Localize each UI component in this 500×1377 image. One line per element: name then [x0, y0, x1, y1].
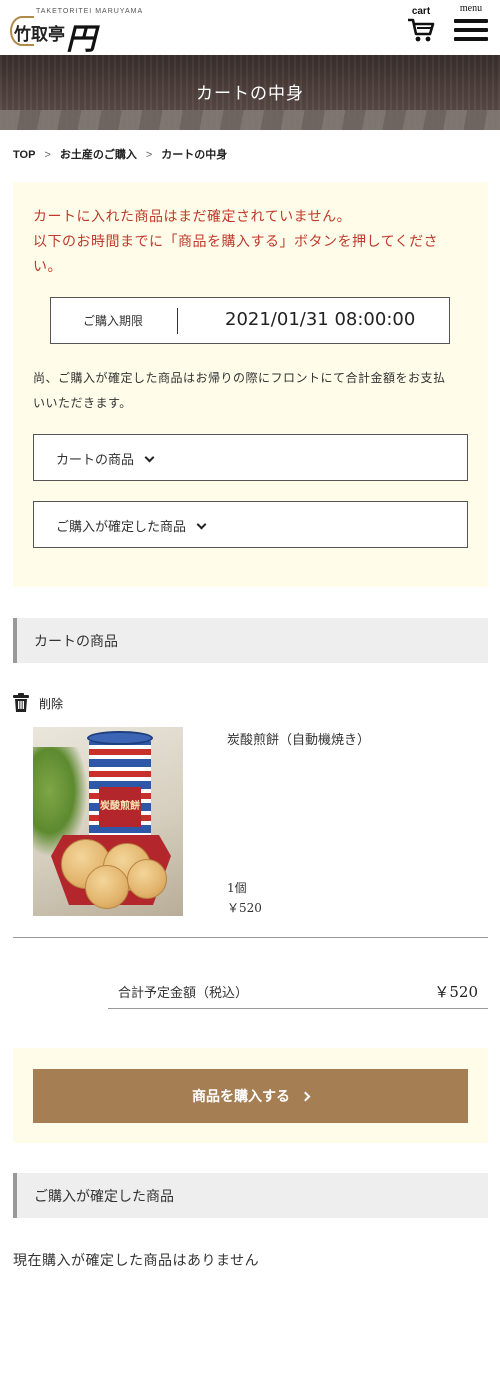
info-line: 尚、ご購入が確定した商品はお帰りの際にフロントにて合計金額をお支払: [33, 371, 446, 385]
logo-name: 竹取亭: [14, 25, 65, 45]
confirmed-section-heading: ご購入が確定した商品: [13, 1173, 488, 1218]
section-title: カートの商品: [34, 634, 118, 650]
cart-label: cart: [411, 6, 431, 17]
page-title: カートの中身: [196, 84, 304, 104]
total-row: 合計予定金額（税込） ￥520: [108, 970, 488, 1009]
product-image-label: 炭酸煎餅: [99, 787, 141, 827]
product-image: 炭酸煎餅: [33, 727, 183, 916]
chevron-down-icon: [196, 519, 207, 530]
divider: [13, 937, 488, 938]
purchase-button[interactable]: 商品を購入する: [33, 1069, 468, 1123]
chevron-right-icon: [300, 1091, 311, 1102]
trash-icon: [13, 693, 29, 712]
breadcrumb-separator: >: [145, 149, 153, 161]
purchase-box: 商品を購入する: [13, 1048, 488, 1143]
warning-line: い。: [33, 259, 62, 275]
toggle-label: ご購入が確定した商品: [56, 520, 187, 535]
chevron-down-icon: [144, 452, 155, 463]
divider: [177, 308, 178, 334]
site-header: TAKETORITEI MARUYAMA 竹取亭 円山 cart menu: [0, 0, 500, 101]
warning-line: 以下のお時間までに「商品を購入する」ボタンを押してくださ: [33, 234, 439, 250]
breadcrumb-item-top[interactable]: TOP: [13, 149, 35, 161]
section-title: ご購入が確定した商品: [34, 1189, 174, 1205]
product-name[interactable]: 炭酸煎餅（自動機焼き）: [227, 729, 370, 748]
breadcrumb-item-souvenirs[interactable]: お土産のご購入: [60, 149, 137, 161]
deadline-value: 2021/01/31 08:00:00: [225, 309, 416, 330]
total-value: ￥520: [434, 983, 478, 1001]
logo[interactable]: TAKETORITEI MARUYAMA 竹取亭 円山: [10, 6, 142, 101]
purchase-deadline: ご購入期限 2021/01/31 08:00:00: [50, 297, 450, 344]
empty-confirmed-message: 現在購入が確定した商品はありません: [13, 1253, 260, 1269]
cart-items-toggle[interactable]: カートの商品: [33, 434, 468, 481]
breadcrumb-separator: >: [44, 149, 51, 161]
menu-label: menu: [459, 3, 483, 14]
product-quantity: 1個: [227, 881, 247, 895]
warning-line: カートに入れた商品はまだ確定されていません。: [33, 209, 352, 225]
breadcrumb: TOP > お土産のご購入 > カートの中身: [13, 146, 227, 162]
product-price: ￥520: [227, 901, 262, 915]
total-label: 合計予定金額（税込）: [118, 986, 249, 1001]
purchase-button-label: 商品を購入する: [192, 1089, 290, 1105]
info-line: いいただきます。: [33, 396, 132, 410]
notice-box: カートに入れた商品はまだ確定されていません。 以下のお時間までに「商品を購入する…: [13, 182, 488, 587]
cart-button[interactable]: cart: [405, 6, 437, 48]
confirmed-items-toggle[interactable]: ご購入が確定した商品: [33, 501, 468, 548]
breadcrumb-item-current: カートの中身: [161, 149, 228, 161]
menu-button[interactable]: menu: [453, 4, 489, 46]
deadline-label: ご購入期限: [83, 314, 144, 328]
delete-label: 削除: [39, 697, 64, 711]
hamburger-icon: [453, 19, 489, 41]
cart-icon: [408, 18, 435, 42]
hero-banner: カートの中身: [0, 55, 500, 130]
cart-section-heading: カートの商品: [13, 618, 488, 663]
toggle-label: カートの商品: [56, 453, 135, 468]
